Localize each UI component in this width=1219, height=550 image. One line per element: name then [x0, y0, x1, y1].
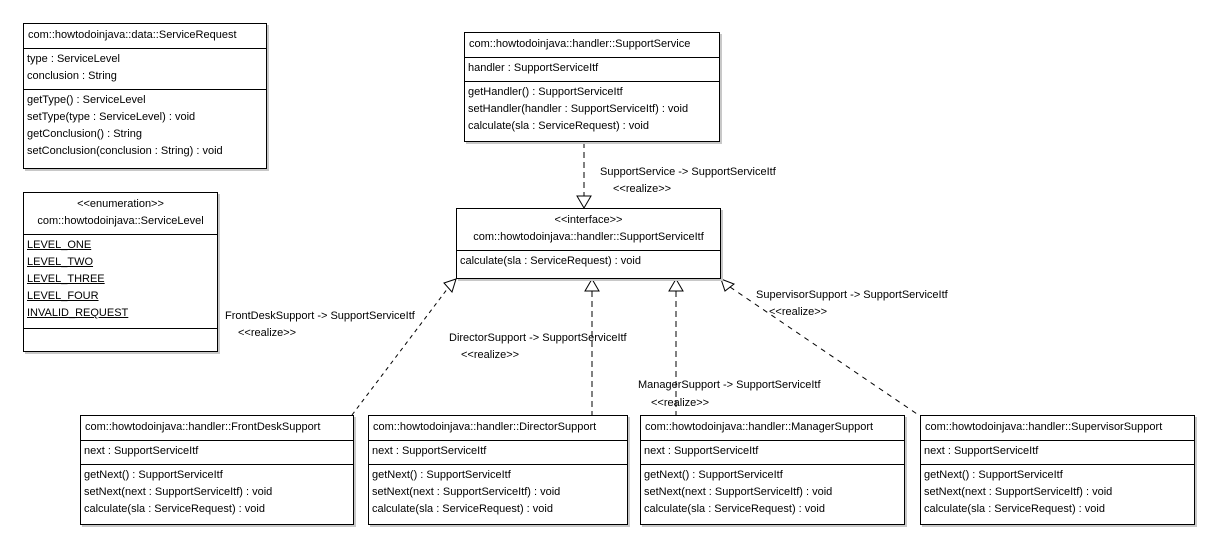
operation: getNext() : SupportServiceItf [924, 469, 1063, 481]
operation: calculate(sla : ServiceRequest) : void [460, 255, 641, 267]
interface-support-service-itf[interactable]: <<interface>> com::howtodoinjava::handle… [456, 208, 721, 279]
attribute: next : SupportServiceItf [84, 445, 199, 457]
attribute: type : ServiceLevel [27, 53, 120, 65]
realize-arrowhead-director [584, 278, 600, 292]
realize-arrowhead-front-desk [443, 278, 457, 293]
operation: setNext(next : SupportServiceItf) : void [924, 486, 1113, 498]
operation: getHandler() : SupportServiceItf [468, 86, 623, 98]
relation-stereotype-supervisor: <<realize>> [769, 306, 828, 318]
class-name: com::howtodoinjava::handler::SupervisorS… [925, 421, 1163, 433]
operation: setType(type : ServiceLevel) : void [27, 111, 196, 123]
operations-compartment: getNext() : SupportServiceItf setNext(ne… [921, 465, 1194, 522]
class-director-support[interactable]: com::howtodoinjava::handler::DirectorSup… [368, 415, 628, 525]
realize-arrowhead-manager [668, 278, 684, 292]
relation-stereotype-front-desk: <<realize>> [238, 327, 297, 339]
operations-compartment: getNext() : SupportServiceItf setNext(ne… [641, 465, 904, 522]
enum-literal: LEVEL_TWO [27, 256, 94, 268]
class-name: com::howtodoinjava::handler::SupportServ… [473, 231, 704, 243]
class-front-desk-support[interactable]: com::howtodoinjava::handler::FrontDeskSu… [80, 415, 354, 525]
class-name: com::howtodoinjava::handler::FrontDeskSu… [85, 421, 321, 433]
relation-stereotype-director: <<realize>> [461, 349, 520, 361]
attributes-compartment: next : SupportServiceItf [921, 441, 1194, 465]
enum-service-level[interactable]: <<enumeration>> com::howtodoinjava::Serv… [23, 192, 218, 352]
attributes-compartment: next : SupportServiceItf [369, 441, 627, 465]
relation-label-support-service: SupportService -> SupportServiceItf [600, 166, 776, 178]
relation-label-front-desk: FrontDeskSupport -> SupportServiceItf [225, 310, 415, 322]
operation: getNext() : SupportServiceItf [644, 469, 783, 481]
attribute: next : SupportServiceItf [372, 445, 487, 457]
class-name: com::howtodoinjava::handler::SupportServ… [469, 38, 691, 50]
relation-stereotype-manager: <<realize>> [651, 397, 710, 409]
relation-stereotype-support-service: <<realize>> [613, 183, 672, 195]
class-support-service[interactable]: com::howtodoinjava::handler::SupportServ… [464, 32, 720, 142]
operation: setConclusion(conclusion : String) : voi… [27, 145, 223, 157]
class-name: com::howtodoinjava::handler::ManagerSupp… [645, 421, 874, 433]
attribute: next : SupportServiceItf [924, 445, 1039, 457]
class-manager-support[interactable]: com::howtodoinjava::handler::ManagerSupp… [640, 415, 905, 525]
class-supervisor-support[interactable]: com::howtodoinjava::handler::SupervisorS… [920, 415, 1195, 525]
operation: setNext(next : SupportServiceItf) : void [372, 486, 561, 498]
attributes-compartment: handler : SupportServiceItf [465, 58, 719, 82]
operations-compartment: getNext() : SupportServiceItf setNext(ne… [81, 465, 353, 522]
operations-compartment: getNext() : SupportServiceItf setNext(ne… [369, 465, 627, 522]
class-name: com::howtodoinjava::ServiceLevel [37, 215, 204, 227]
operation: getType() : ServiceLevel [27, 94, 146, 106]
enum-literal: LEVEL_ONE [27, 239, 92, 251]
operation: getNext() : SupportServiceItf [84, 469, 223, 481]
realize-arrowhead-supervisor [720, 278, 736, 292]
enum-literal: INVALID_REQUEST [27, 307, 129, 319]
literals-compartment: LEVEL_ONE LEVEL_TWO LEVEL_THREE LEVEL_FO… [24, 235, 217, 329]
relation-label-manager: ManagerSupport -> SupportServiceItf [638, 379, 821, 391]
operation: setNext(next : SupportServiceItf) : void [644, 486, 833, 498]
attributes-compartment: type : ServiceLevel conclusion : String [24, 49, 266, 90]
attribute: handler : SupportServiceItf [468, 62, 599, 74]
operation: calculate(sla : ServiceRequest) : void [84, 503, 265, 515]
operation: setHandler(handler : SupportServiceItf) … [468, 103, 689, 115]
operations-compartment: getType() : ServiceLevel setType(type : … [24, 90, 266, 164]
enum-literal: LEVEL_FOUR [27, 290, 99, 302]
class-name: com::howtodoinjava::data::ServiceRequest [28, 29, 237, 41]
attributes-compartment: next : SupportServiceItf [81, 441, 353, 465]
enum-literal: LEVEL_THREE [27, 273, 105, 285]
operations-compartment: calculate(sla : ServiceRequest) : void [457, 251, 720, 274]
operations-compartment [24, 329, 217, 347]
realize-edge-front-desk [351, 287, 449, 416]
attribute: conclusion : String [27, 70, 117, 82]
class-service-request[interactable]: com::howtodoinjava::data::ServiceRequest… [23, 23, 267, 169]
stereotype: <<interface>> [554, 214, 623, 226]
attributes-compartment: next : SupportServiceItf [641, 441, 904, 465]
operation: calculate(sla : ServiceRequest) : void [468, 120, 649, 132]
operation: setNext(next : SupportServiceItf) : void [84, 486, 273, 498]
stereotype: <<enumeration>> [77, 198, 164, 210]
class-name: com::howtodoinjava::handler::DirectorSup… [373, 421, 597, 433]
relation-label-director: DirectorSupport -> SupportServiceItf [449, 332, 627, 344]
operation: calculate(sla : ServiceRequest) : void [924, 503, 1105, 515]
realize-arrowhead-support-service [576, 195, 592, 209]
operation: calculate(sla : ServiceRequest) : void [372, 503, 553, 515]
operations-compartment: getHandler() : SupportServiceItf setHand… [465, 82, 719, 139]
operation: getNext() : SupportServiceItf [372, 469, 511, 481]
relation-label-supervisor: SupervisorSupport -> SupportServiceItf [756, 289, 948, 301]
operation: getConclusion() : String [27, 128, 142, 140]
attribute: next : SupportServiceItf [644, 445, 759, 457]
operation: calculate(sla : ServiceRequest) : void [644, 503, 825, 515]
